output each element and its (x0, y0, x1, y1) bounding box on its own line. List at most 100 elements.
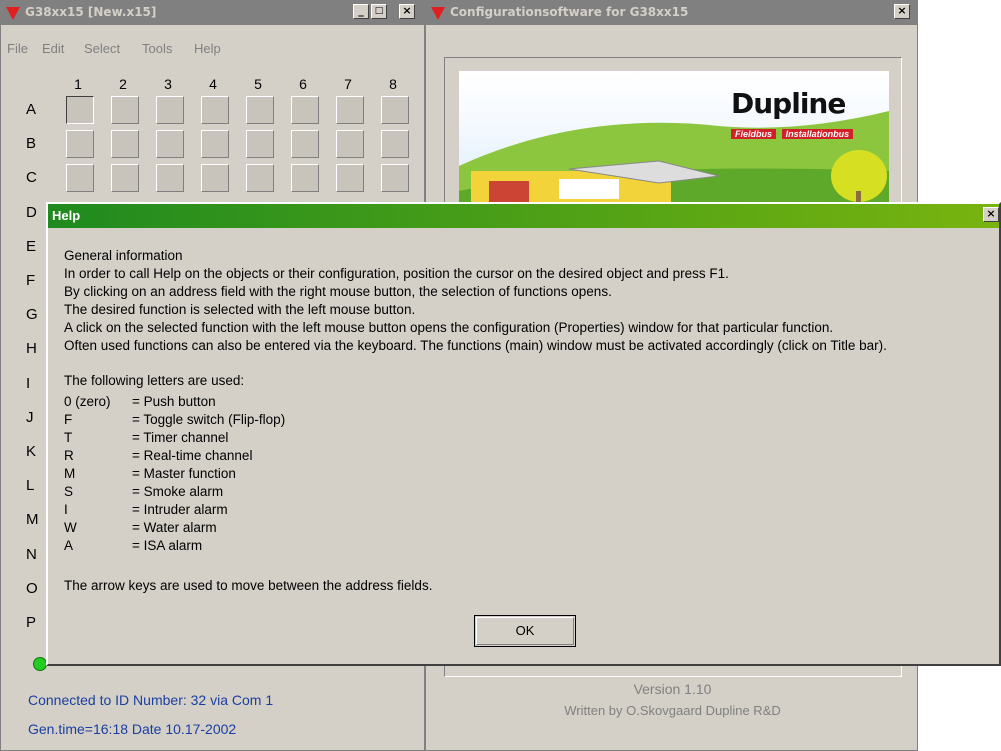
address-cell[interactable] (291, 164, 319, 193)
main-window-title: G38xx15 [New.x15] (25, 5, 157, 19)
column-header: 1 (74, 76, 82, 92)
address-cell[interactable] (381, 130, 409, 159)
address-cell[interactable] (381, 96, 409, 124)
address-cell[interactable] (111, 164, 139, 193)
close-button[interactable]: × (894, 4, 910, 19)
address-cell[interactable] (246, 96, 274, 124)
address-cell[interactable] (111, 96, 139, 124)
help-line: The desired function is selected with th… (64, 302, 416, 317)
close-button[interactable]: × (399, 4, 415, 19)
row-header: F (26, 272, 36, 289)
letter-desc: = Master function (132, 466, 236, 481)
address-cell[interactable] (291, 130, 319, 159)
row-header: B (26, 135, 37, 153)
help-line: Often used functions can also be entered… (64, 338, 887, 353)
address-cell[interactable] (111, 130, 139, 159)
address-cell[interactable] (201, 96, 229, 124)
version-text: Version 1.10 (633, 681, 712, 697)
row-header: C (26, 169, 37, 187)
address-cell[interactable] (246, 164, 274, 193)
row-header: G (26, 306, 38, 324)
address-cell[interactable] (336, 130, 364, 159)
address-cell[interactable] (291, 96, 319, 124)
letter-desc: = Smoke alarm (132, 484, 224, 499)
help-line: By clicking on an address field with the… (64, 284, 612, 299)
column-header: 6 (299, 76, 307, 92)
address-cell[interactable] (246, 130, 274, 159)
row-header: P (26, 614, 37, 631)
config-window-titlebar[interactable]: Configurationsoftware for G38xx15 × (426, 1, 917, 25)
address-cell[interactable] (381, 164, 409, 193)
letter-key: A (64, 538, 74, 553)
column-header: 4 (209, 76, 217, 92)
status-connected: Connected to ID Number: 32 via Com 1 (28, 692, 274, 708)
address-cell[interactable] (66, 130, 94, 159)
help-line: In order to call Help on the objects or … (64, 266, 729, 281)
menu-file[interactable]: File (7, 41, 28, 56)
app-logo-icon (431, 7, 445, 20)
row-header: I (26, 374, 31, 392)
letter-key: T (64, 430, 73, 445)
address-cell[interactable] (201, 130, 229, 159)
ok-button-label: OK (515, 623, 535, 638)
row-header: E (26, 237, 37, 255)
letter-desc: = Timer channel (132, 430, 229, 445)
close-button[interactable]: × (983, 207, 999, 222)
minimize-button[interactable]: _ (353, 4, 369, 19)
address-cell[interactable] (336, 164, 364, 193)
status-led-icon (33, 657, 47, 671)
column-header: 3 (164, 76, 172, 92)
address-cell[interactable] (66, 164, 94, 193)
letter-desc: = Toggle switch (Flip-flop) (132, 412, 286, 427)
config-window-title: Configurationsoftware for G38xx15 (450, 5, 689, 19)
letter-key: I (64, 502, 68, 517)
row-header: J (26, 408, 34, 426)
address-cell[interactable] (156, 130, 184, 159)
letter-desc: = Real-time channel (132, 448, 253, 463)
dupline-logo: Dupline Fieldbus Installationbus (731, 87, 876, 143)
help-line: A click on the selected function with th… (64, 320, 834, 335)
letter-key: W (64, 520, 77, 535)
letter-desc: = Water alarm (132, 520, 217, 535)
logo-tag-installationbus: Installationbus (781, 129, 854, 139)
column-header: 8 (389, 76, 397, 92)
main-window-titlebar[interactable]: G38xx15 [New.x15] _ □ × (1, 1, 424, 25)
help-general-text: General information In order to call Hel… (64, 247, 887, 355)
row-header: L (26, 477, 35, 495)
menu-help[interactable]: Help (194, 41, 221, 56)
row-header: H (26, 340, 37, 358)
row-header: M (26, 511, 39, 529)
logo-tag-fieldbus: Fieldbus (731, 129, 777, 139)
help-line: General information (64, 248, 183, 263)
address-cell[interactable] (336, 96, 364, 124)
maximize-button[interactable]: □ (371, 4, 387, 19)
address-cell[interactable] (156, 164, 184, 193)
letter-desc: = ISA alarm (132, 538, 203, 553)
letters-intro: The following letters are used: (64, 373, 245, 388)
logo-brand-text: Dupline (731, 87, 846, 120)
column-header: 7 (344, 76, 352, 92)
address-cell[interactable] (201, 164, 229, 193)
ok-button[interactable]: OK (474, 615, 576, 647)
menu-select[interactable]: Select (84, 41, 120, 56)
letter-desc: = Push button (132, 394, 216, 409)
help-dialog-title: Help (52, 208, 81, 223)
row-header: D (26, 203, 37, 221)
row-header: K (26, 443, 37, 460)
column-header: 2 (119, 76, 127, 92)
help-footer-text: The arrow keys are used to move between … (64, 578, 433, 593)
row-header: O (26, 579, 38, 597)
letter-key: M (64, 466, 76, 481)
help-dialog-titlebar[interactable]: Help × (48, 204, 999, 228)
address-cell[interactable] (156, 96, 184, 124)
address-cell[interactable] (66, 96, 94, 124)
menu-tools[interactable]: Tools (142, 41, 172, 56)
letter-desc: = Intruder alarm (132, 502, 228, 517)
letter-key: F (64, 412, 73, 427)
app-logo-icon (6, 7, 20, 20)
menu-edit[interactable]: Edit (42, 41, 64, 56)
row-header: N (26, 545, 37, 563)
letter-key: R (64, 448, 74, 463)
row-header: A (26, 101, 37, 118)
letter-key: S (64, 484, 74, 499)
